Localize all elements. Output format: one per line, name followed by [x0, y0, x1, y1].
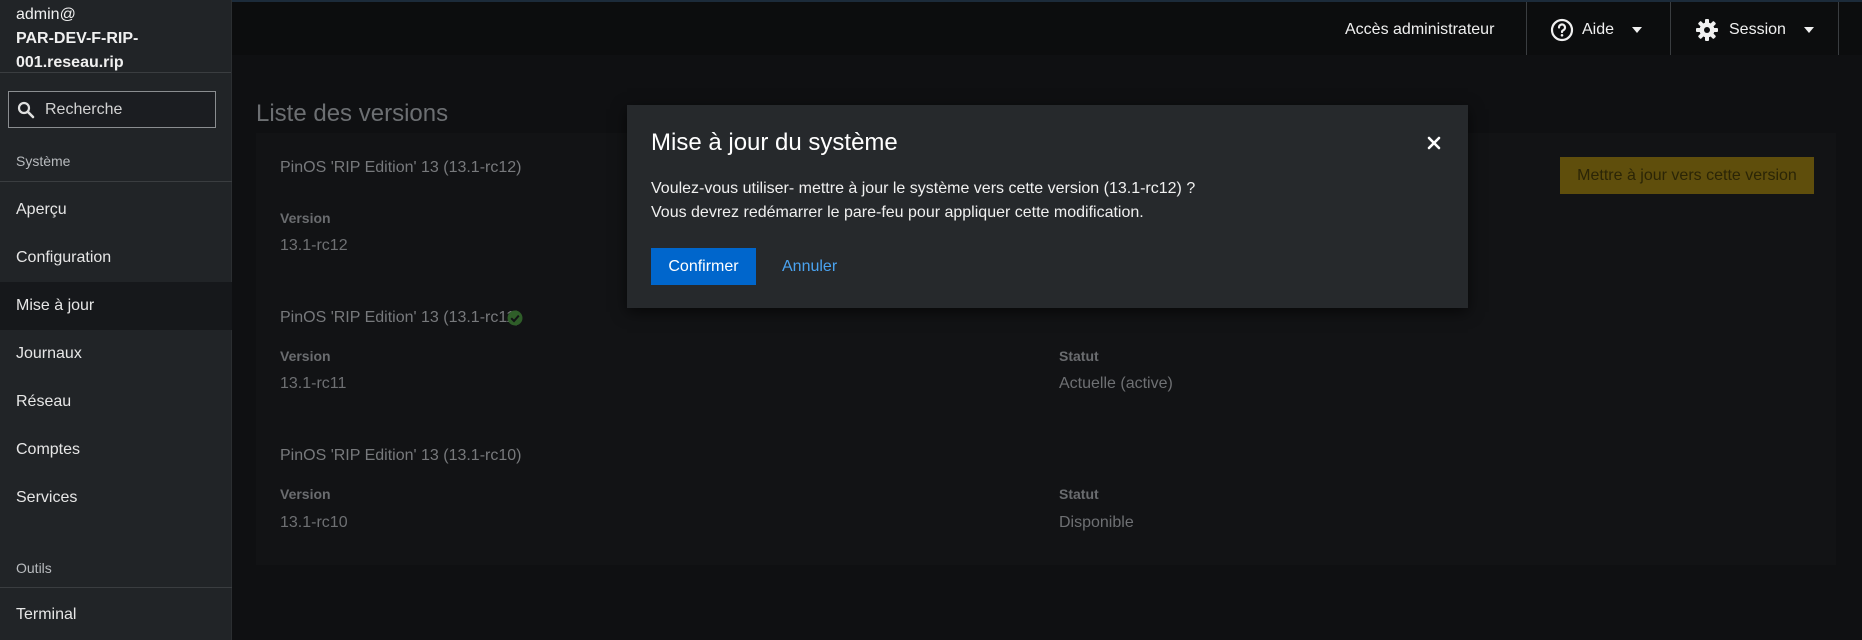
- section-title-system: Système: [16, 153, 71, 169]
- status-value: Disponible: [1059, 514, 1134, 531]
- version-value: 13.1-rc11: [280, 375, 347, 392]
- search-input[interactable]: [43, 99, 203, 120]
- dialog-message-line1: Voulez-vous utiliser- mettre à jour le s…: [651, 180, 1196, 197]
- top-bar: Accès administrateur Aide Session: [232, 0, 1862, 66]
- cancel-button[interactable]: Annuler: [776, 248, 843, 285]
- version-title: PinOS 'RIP Edition' 13 (13.1-rc10): [280, 447, 522, 464]
- session-label: Session: [1729, 20, 1786, 38]
- version-value: 13.1-rc10: [280, 514, 348, 531]
- close-icon[interactable]: [1426, 135, 1442, 151]
- gear-icon: [1696, 18, 1718, 41]
- version-title: PinOS 'RIP Edition' 13 (13.1-rc12): [280, 159, 522, 176]
- version-label: Version: [280, 348, 331, 364]
- divider: [0, 587, 232, 588]
- sidebar-item-services[interactable]: Services: [0, 474, 232, 522]
- sidebar-item-comptes[interactable]: Comptes: [0, 426, 232, 474]
- update-to-version-button[interactable]: Mettre à jour vers cette version: [1560, 157, 1814, 194]
- section-title-tools: Outils: [16, 560, 52, 576]
- sidebar-item-mise-a-jour[interactable]: Mise à jour: [0, 282, 232, 330]
- version-value: 13.1-rc12: [280, 237, 348, 254]
- version-title: PinOS 'RIP Edition' 13 (13.1-rc11): [280, 309, 521, 326]
- sidebar-item-apercu[interactable]: Aperçu: [0, 186, 232, 234]
- search-icon: [17, 101, 35, 118]
- help-menu[interactable]: Aide: [1550, 2, 1643, 57]
- host-info: admin@ PAR-DEV-F-RIP- 001.reseau.rip: [0, 0, 231, 73]
- version-label: Version: [280, 486, 331, 502]
- search-box[interactable]: [8, 91, 216, 128]
- status-label: Statut: [1059, 348, 1099, 364]
- check-circle-icon: [507, 310, 523, 326]
- page-title: Liste des versions: [256, 100, 449, 127]
- sidebar: admin@ PAR-DEV-F-RIP- 001.reseau.rip Sys…: [0, 0, 232, 640]
- session-menu[interactable]: Session: [1695, 2, 1814, 57]
- dialog-title: Mise à jour du système: [651, 129, 898, 156]
- status-label: Statut: [1059, 486, 1099, 502]
- sidebar-item-configuration[interactable]: Configuration: [0, 234, 232, 282]
- help-label: Aide: [1582, 20, 1615, 38]
- host-name-line1: PAR-DEV-F-RIP-: [16, 30, 139, 47]
- sidebar-item-reseau[interactable]: Réseau: [0, 378, 232, 426]
- dialog-message-line2: Vous devrez redémarrer le pare-feu pour …: [651, 204, 1144, 221]
- update-dialog: Mise à jour du système Voulez-vous utili…: [627, 105, 1468, 308]
- host-name-line2: 001.reseau.rip: [16, 54, 124, 71]
- help-icon: [1550, 18, 1574, 41]
- sidebar-item-terminal[interactable]: Terminal: [0, 591, 232, 639]
- dialog-body: Voulez-vous utiliser- mettre à jour le s…: [651, 177, 1431, 225]
- admin-access-button[interactable]: Accès administrateur: [1345, 2, 1494, 57]
- host-user: admin@: [16, 6, 76, 23]
- status-value: Actuelle (active): [1059, 375, 1173, 392]
- chevron-down-icon: [1803, 26, 1814, 33]
- confirm-button[interactable]: Confirmer: [651, 248, 756, 285]
- sidebar-item-journaux[interactable]: Journaux: [0, 330, 232, 378]
- divider: [0, 181, 232, 182]
- chevron-down-icon: [1632, 26, 1643, 33]
- version-label: Version: [280, 210, 331, 226]
